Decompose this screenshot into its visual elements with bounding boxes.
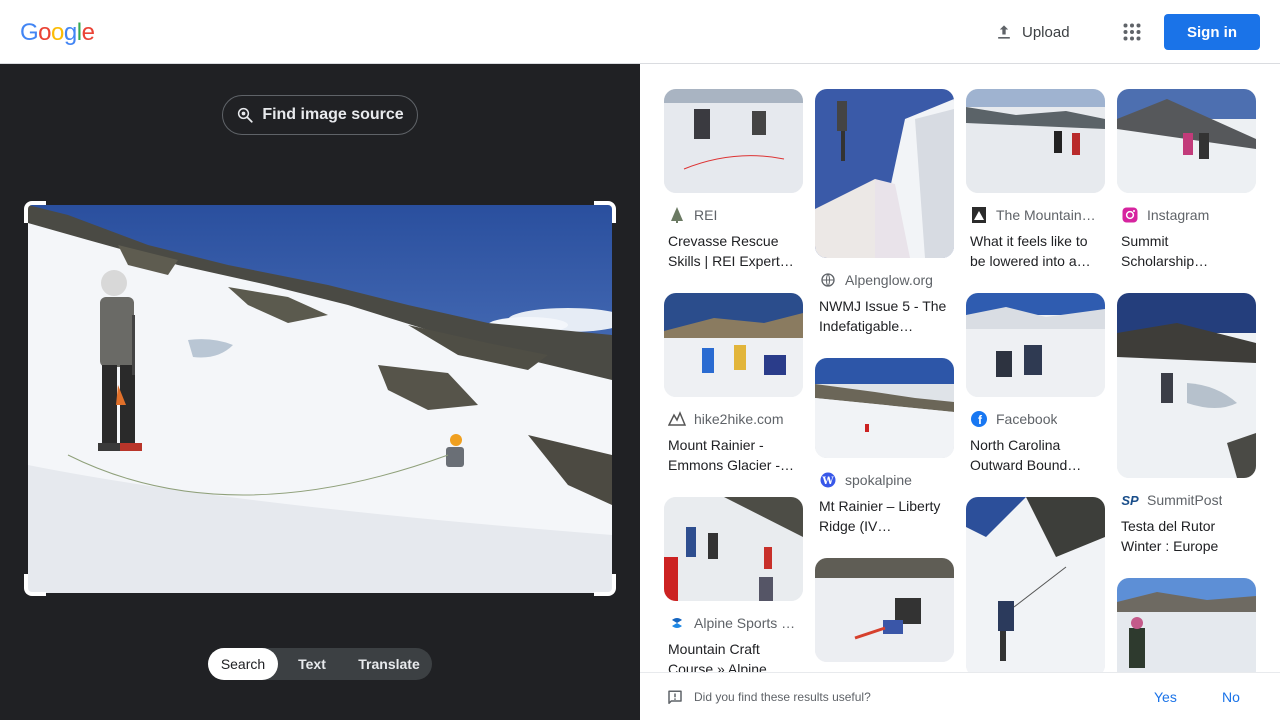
result-thumbnail[interactable]	[1117, 578, 1256, 672]
result-title[interactable]: Mountain Craft Course » Alpine…	[664, 639, 803, 672]
svg-text:W: W	[821, 476, 834, 487]
result-card[interactable]: Alpenglow.org NWMJ Issue 5 - The Indefat…	[815, 89, 954, 336]
crop-handle-top-left[interactable]	[24, 201, 46, 223]
result-card[interactable]: Instagram Summit Scholarship…	[1117, 89, 1256, 271]
result-source: W spokalpine	[815, 470, 954, 490]
result-source: The Mountain…	[966, 205, 1105, 225]
visual-matches-grid: REI Crevasse Rescue Skills | REI Expert……	[640, 64, 1280, 672]
results-column-3: The Mountain… What it feels like to be l…	[966, 89, 1105, 672]
tree-icon	[668, 206, 686, 224]
result-title[interactable]: NWMJ Issue 5 - The Indefatigable…	[815, 296, 954, 336]
result-card[interactable]	[1117, 578, 1256, 672]
result-thumbnail[interactable]	[664, 293, 803, 397]
instagram-icon	[1121, 206, 1139, 224]
result-source: REI	[664, 205, 803, 225]
results-column-4: Instagram Summit Scholarship… SP SummitP…	[1117, 89, 1256, 672]
result-thumbnail[interactable]	[1117, 293, 1256, 478]
results-column-1: REI Crevasse Rescue Skills | REI Expert……	[664, 89, 803, 672]
alpine-sports-icon	[668, 614, 686, 632]
crop-handle-bottom-right[interactable]	[594, 574, 616, 596]
result-thumbnail[interactable]	[815, 358, 954, 458]
summitpost-icon: SP	[1121, 492, 1139, 508]
result-thumbnail[interactable]	[966, 89, 1105, 193]
result-title[interactable]: Mount Rainier - Emmons Glacier -…	[664, 435, 803, 475]
results-column-2: Alpenglow.org NWMJ Issue 5 - The Indefat…	[815, 89, 954, 672]
mountain-icon	[970, 206, 988, 224]
result-card[interactable]	[966, 497, 1105, 672]
hike2hike-icon	[668, 410, 686, 428]
result-thumbnail[interactable]	[815, 89, 954, 258]
result-card[interactable]: Alpine Sports … Mountain Craft Course » …	[664, 497, 803, 672]
upload-label: Upload	[1022, 23, 1070, 41]
result-source: Alpenglow.org	[815, 270, 954, 290]
facebook-icon: f	[970, 410, 988, 428]
lens-mode-tabs: Search Text Translate	[208, 648, 432, 680]
lens-search-icon	[238, 107, 253, 123]
result-source: hike2hike.com	[664, 409, 803, 429]
globe-icon	[819, 271, 837, 289]
feedback-no-button[interactable]: No	[1222, 689, 1240, 705]
result-card[interactable]: REI Crevasse Rescue Skills | REI Expert…	[664, 89, 803, 271]
result-title[interactable]: Crevasse Rescue Skills | REI Expert…	[664, 231, 803, 271]
google-logo[interactable]: Google	[20, 19, 95, 47]
result-title[interactable]: What it feels like to be lowered into a…	[966, 231, 1105, 271]
result-card[interactable]: f Facebook North Carolina Outward Bound…	[966, 293, 1105, 475]
result-thumbnail[interactable]	[664, 497, 803, 601]
feedback-question: Did you find these results useful?	[694, 690, 871, 704]
result-card[interactable]	[815, 558, 954, 662]
result-card[interactable]: SP SummitPost Testa del Rutor Winter : E…	[1117, 293, 1256, 556]
result-thumbnail[interactable]	[664, 89, 803, 193]
top-bar: Google Upload Sign in	[0, 0, 1280, 64]
result-thumbnail[interactable]	[815, 558, 954, 662]
tab-text[interactable]: Text	[278, 648, 346, 680]
apps-grid-icon	[1123, 23, 1141, 41]
lens-image-panel: Find image source Search Text Translate	[0, 64, 640, 720]
upload-button[interactable]: Upload	[984, 14, 1080, 50]
wordpress-icon: W	[819, 471, 837, 489]
sign-in-button[interactable]: Sign in	[1164, 14, 1260, 50]
result-source: SP SummitPost	[1121, 492, 1223, 508]
tab-search[interactable]: Search	[208, 648, 278, 680]
query-image[interactable]	[28, 205, 612, 593]
find-image-source-label: Find image source	[262, 106, 404, 123]
upload-icon	[998, 25, 1010, 39]
result-card[interactable]: hike2hike.com Mount Rainier - Emmons Gla…	[664, 293, 803, 475]
result-card[interactable]: The Mountain… What it feels like to be l…	[966, 89, 1105, 271]
result-title[interactable]: Testa del Rutor Winter : Europe	[1117, 516, 1256, 556]
result-title[interactable]: Mt Rainier – Liberty Ridge (IV…	[815, 496, 954, 536]
result-source: f Facebook	[966, 409, 1105, 429]
feedback-yes-button[interactable]: Yes	[1154, 689, 1177, 705]
feedback-icon	[668, 690, 682, 704]
google-apps-button[interactable]	[1116, 16, 1148, 48]
tab-translate[interactable]: Translate	[346, 648, 432, 680]
result-card[interactable]: W spokalpine Mt Rainier – Liberty Ridge …	[815, 358, 954, 536]
crop-handle-top-right[interactable]	[594, 201, 616, 223]
find-image-source-button[interactable]: Find image source	[222, 95, 418, 135]
result-title[interactable]: Summit Scholarship…	[1117, 231, 1256, 271]
result-source: Instagram	[1117, 205, 1256, 225]
feedback-bar: Did you find these results useful? Yes N…	[640, 672, 1280, 720]
crop-handle-bottom-left[interactable]	[24, 574, 46, 596]
result-source: Alpine Sports …	[664, 613, 803, 633]
result-thumbnail[interactable]	[966, 497, 1105, 672]
result-thumbnail[interactable]	[1117, 89, 1256, 193]
result-title[interactable]: North Carolina Outward Bound…	[966, 435, 1105, 475]
result-thumbnail[interactable]	[966, 293, 1105, 397]
